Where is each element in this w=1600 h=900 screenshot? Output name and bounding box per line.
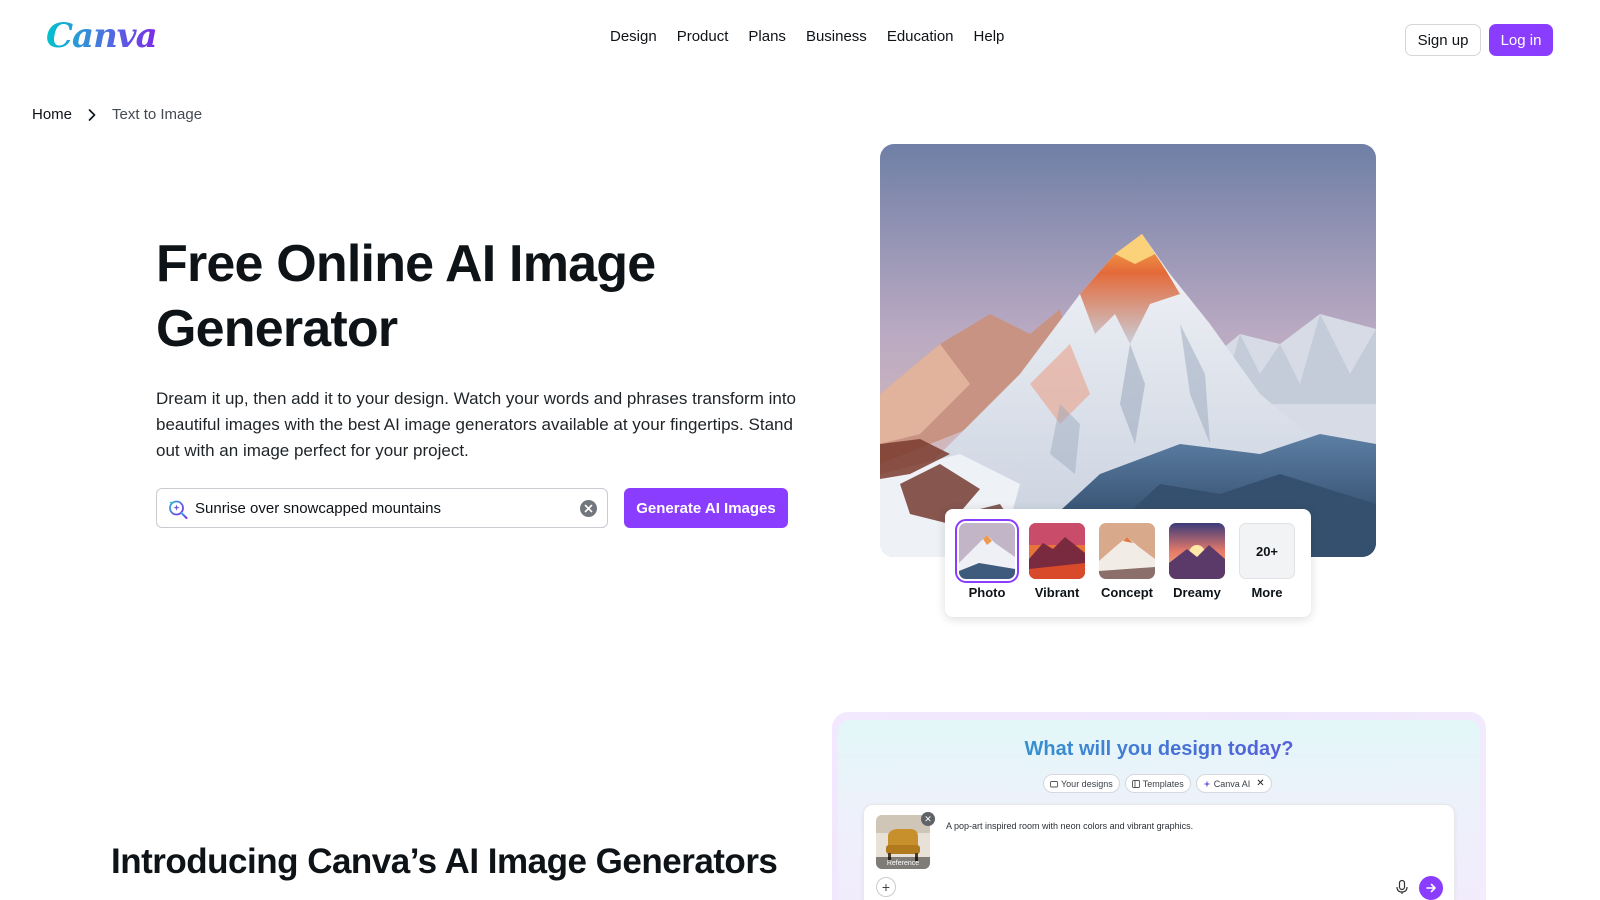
style-thumb-vibrant (1029, 523, 1085, 579)
nav-item-product[interactable]: Product (667, 28, 739, 45)
nav-item-education[interactable]: Education (877, 28, 964, 45)
style-label-more: More (1251, 585, 1283, 600)
preview-chips: Your designs Templates Canva AI ✕ (1043, 774, 1272, 793)
nav-item-help[interactable]: Help (964, 28, 1015, 45)
style-thumb-concept (1099, 523, 1155, 579)
hero-mountain-image (880, 144, 1376, 557)
breadcrumb-home-link[interactable]: Home (32, 106, 72, 123)
preview-prompt-card: Reference ✕ A pop-art inspired room with… (863, 804, 1455, 900)
page-title: Free Online AI Image Generator (156, 235, 656, 358)
preview-title: What will you design today? (838, 738, 1480, 761)
signup-button[interactable]: Sign up (1405, 24, 1481, 56)
chip-label: Canva AI (1213, 778, 1251, 789)
reference-label: Reference (876, 857, 930, 869)
chip-canva-ai[interactable]: Canva AI ✕ (1195, 774, 1272, 793)
prompt-input[interactable] (195, 489, 565, 527)
remove-reference-icon[interactable]: ✕ (921, 812, 935, 826)
style-label-vibrant: Vibrant (1034, 585, 1080, 600)
style-thumb-dreamy (1169, 523, 1225, 579)
chip-your-designs[interactable]: Your designs (1043, 774, 1120, 793)
style-label-photo: Photo (968, 585, 1006, 600)
add-icon[interactable]: + (876, 877, 896, 897)
breadcrumb: Home Text to Image (32, 106, 202, 123)
generate-ai-images-button[interactable]: Generate AI Images (624, 488, 788, 528)
style-option-dreamy[interactable]: Dreamy (1167, 523, 1227, 600)
style-option-vibrant[interactable]: Vibrant (1027, 523, 1087, 600)
main-nav: Design Product Plans Business Education … (600, 28, 1014, 45)
nav-item-design[interactable]: Design (600, 28, 667, 45)
chip-templates[interactable]: Templates (1124, 774, 1191, 793)
style-option-photo[interactable]: Photo (955, 519, 1019, 600)
style-label-dreamy: Dreamy (1173, 585, 1221, 600)
chip-label: Templates (1142, 778, 1184, 789)
microphone-icon[interactable] (1394, 879, 1410, 895)
style-thumb-photo (955, 519, 1019, 583)
prompt-search-box (156, 488, 608, 528)
close-icon[interactable]: ✕ (1256, 778, 1264, 789)
style-selector-panel: Photo Vibrant Concept Dreamy 20+ More (945, 509, 1311, 617)
style-option-more[interactable]: 20+ More (1237, 523, 1297, 600)
site-header: Canva Design Product Plans Business Educ… (0, 0, 1600, 78)
folder-icon (1050, 780, 1058, 787)
clear-icon[interactable] (580, 500, 597, 517)
style-option-concept[interactable]: Concept (1097, 523, 1157, 600)
nav-item-plans[interactable]: Plans (738, 28, 796, 45)
chip-label: Your designs (1061, 778, 1113, 789)
more-styles-badge: 20+ (1239, 523, 1295, 579)
sparkle-icon (1203, 780, 1211, 787)
chevron-right-icon (72, 108, 112, 121)
style-label-concept: Concept (1101, 585, 1153, 600)
template-icon (1131, 779, 1140, 788)
send-arrow-icon[interactable] (1419, 876, 1443, 900)
preview-prompt-text: A pop-art inspired room with neon colors… (946, 821, 1194, 831)
login-button[interactable]: Log in (1489, 24, 1553, 56)
hero-description: Dream it up, then add it to your design.… (156, 389, 797, 460)
section-title: Introducing Canva’s AI Image Generators (111, 842, 778, 881)
canva-logo[interactable]: Canva (46, 16, 158, 56)
nav-item-business[interactable]: Business (796, 28, 877, 45)
breadcrumb-current: Text to Image (112, 106, 203, 123)
ai-search-icon (167, 498, 189, 520)
